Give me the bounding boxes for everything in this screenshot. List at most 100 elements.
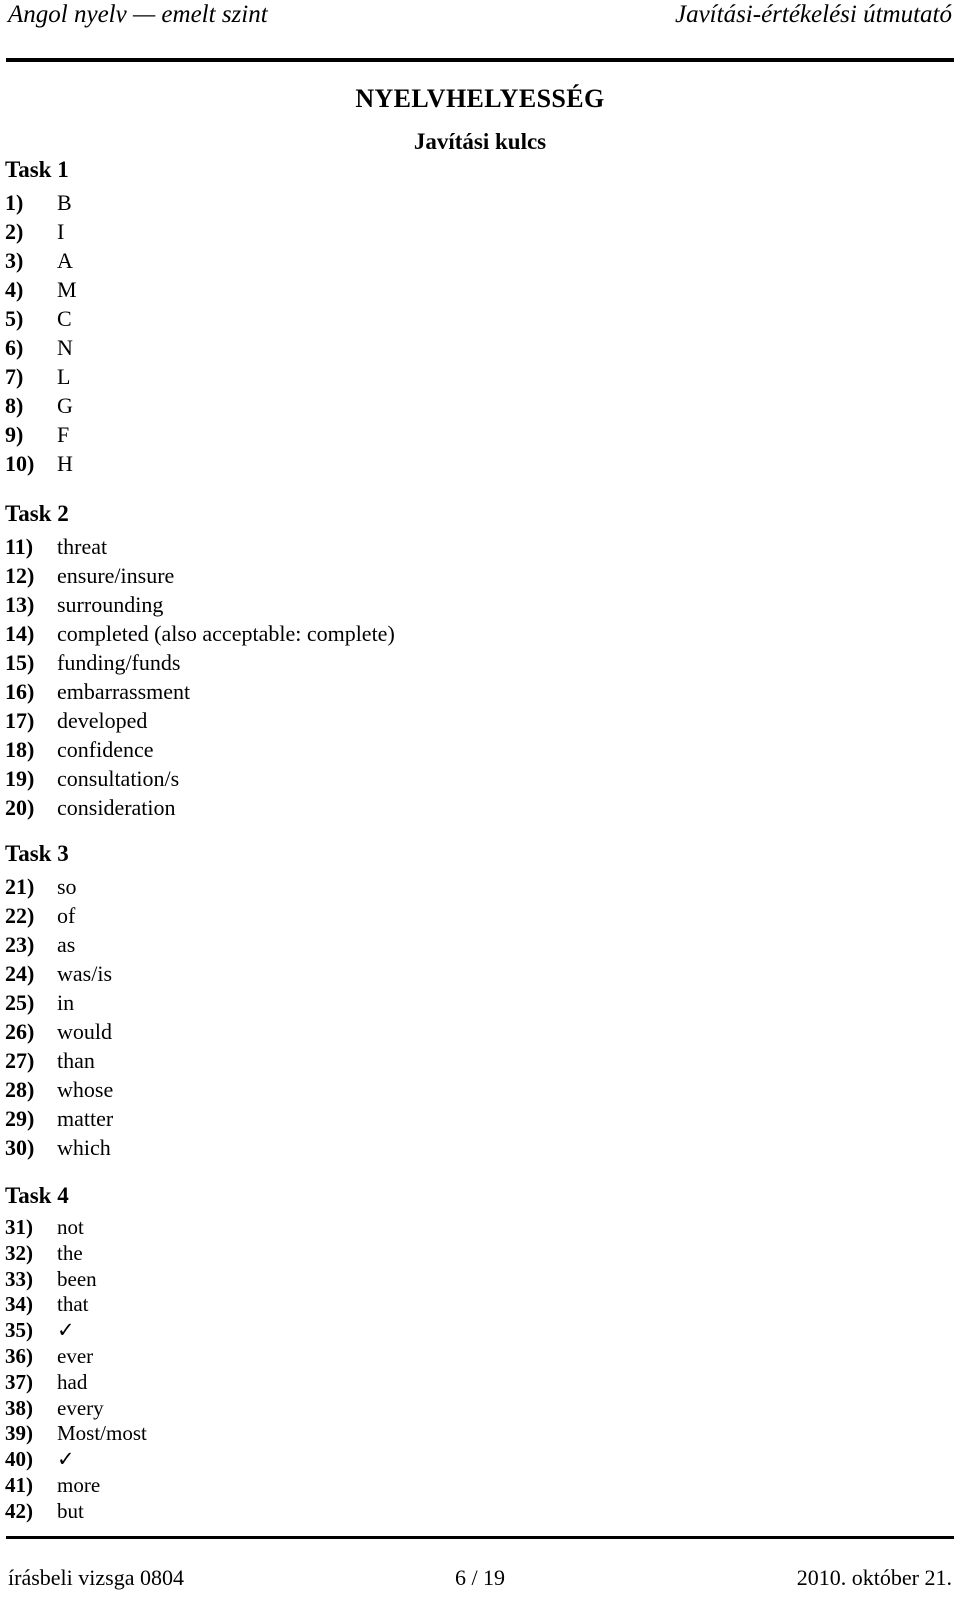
answer-number: 36) <box>5 1343 33 1368</box>
answer-number: 37) <box>5 1369 33 1394</box>
answer-row: 10) H <box>5 449 705 478</box>
answer-number: 4) <box>5 277 24 302</box>
answer-row: 40) ✓ <box>5 1447 705 1473</box>
checkmark-icon: ✓ <box>57 1447 75 1472</box>
answer-number: 40) <box>5 1447 33 1472</box>
answer-value: that <box>57 1292 89 1317</box>
answer-value: but <box>57 1498 84 1523</box>
answer-row: 13) surrounding <box>5 590 705 619</box>
answer-number: 24) <box>5 961 35 986</box>
answer-row: 16) embarrassment <box>5 677 705 706</box>
answer-row: 23) as <box>5 930 705 959</box>
answer-row: 33) been <box>5 1267 705 1293</box>
answer-number: 5) <box>5 306 24 331</box>
answer-row: 7) L <box>5 362 705 391</box>
checkmark-icon: ✓ <box>57 1318 75 1343</box>
answer-row: 14) completed (also acceptable: complete) <box>5 619 705 648</box>
answer-value: of <box>57 903 76 928</box>
answer-value: matter <box>57 1106 114 1131</box>
answer-number: 21) <box>5 874 35 899</box>
answer-number: 33) <box>5 1266 33 1291</box>
answer-number: 29) <box>5 1106 35 1131</box>
answer-number: 14) <box>5 621 35 646</box>
answer-number: 13) <box>5 592 35 617</box>
answer-row: 29) matter <box>5 1104 705 1133</box>
answer-row: 37) had <box>5 1370 705 1396</box>
answer-row: 12) ensure/insure <box>5 561 705 590</box>
answer-value: B <box>57 190 72 215</box>
header-subject-title: Angol nyelv — emelt szint <box>8 1 268 28</box>
answer-number: 6) <box>5 335 24 360</box>
answer-value: had <box>57 1369 88 1394</box>
answer-value: Most/most <box>57 1421 147 1446</box>
answer-value: than <box>57 1048 95 1073</box>
answer-number: 34) <box>5 1292 33 1317</box>
answer-row: 22) of <box>5 901 705 930</box>
answer-value: ensure/insure <box>57 563 175 588</box>
answer-value: M <box>57 277 77 302</box>
answer-value: funding/funds <box>57 650 181 675</box>
answer-number: 25) <box>5 990 35 1015</box>
answer-number: 23) <box>5 932 35 957</box>
task-block-4: Task 4 31) not 32) the 33) been 34) that 35)… <box>5 1182 705 1525</box>
answer-row: 8) G <box>5 391 705 420</box>
answer-number: 27) <box>5 1048 35 1073</box>
answer-row: 18) confidence <box>5 735 705 764</box>
answer-row: 30) which <box>5 1133 705 1162</box>
answer-number: 2) <box>5 219 24 244</box>
answer-value: confidence <box>57 737 154 762</box>
answer-value: consideration <box>57 795 176 820</box>
answer-row: 9) F <box>5 420 705 449</box>
answer-row: 4) M <box>5 275 705 304</box>
task-heading-3: Task 3 <box>5 841 69 866</box>
answer-number: 20) <box>5 795 35 820</box>
answer-number: 7) <box>5 364 24 389</box>
answer-value: more <box>57 1472 101 1497</box>
answer-row: 21) so <box>5 872 705 901</box>
answer-value: consultation/s <box>57 766 180 791</box>
answer-number: 8) <box>5 393 24 418</box>
page-footer: írásbeli vizsga 0804 2010. október 21. <box>0 1564 960 1592</box>
footer-divider-rule <box>6 1536 954 1539</box>
answer-value: as <box>57 932 76 957</box>
answer-value: been <box>57 1266 97 1291</box>
answer-number: 42) <box>5 1498 33 1523</box>
answer-value: C <box>57 306 72 331</box>
answer-key-body: Task 1 1) B 2) I 3) A 4) M 5) C 6) N 7) L 8) G 9… <box>5 156 705 1525</box>
answer-value: developed <box>57 708 148 733</box>
answer-row: 39) Most/most <box>5 1421 705 1447</box>
answer-row: 11) threat <box>5 532 705 561</box>
answer-number: 35) <box>5 1318 33 1343</box>
answer-row: 17) developed <box>5 706 705 735</box>
answer-value: which <box>57 1135 111 1160</box>
answer-row: 34) that <box>5 1292 705 1318</box>
answer-row: 5) C <box>5 304 705 333</box>
task-heading-2: Task 2 <box>5 501 69 526</box>
answer-number: 10) <box>5 451 35 476</box>
answer-number: 31) <box>5 1215 33 1239</box>
answer-row: 42) but <box>5 1499 705 1525</box>
answer-number: 15) <box>5 650 35 675</box>
answer-row: 20) consideration <box>5 793 705 822</box>
answer-value: threat <box>57 534 108 559</box>
answer-number: 16) <box>5 679 35 704</box>
answer-value: completed (also acceptable: complete) <box>57 621 395 646</box>
answer-number: 1) <box>5 190 24 215</box>
answer-number: 11) <box>5 534 34 559</box>
header-document-type: Javítási-értékelési útmutató <box>674 1 952 28</box>
task-block-2: Task 2 11) threat 12) ensure/insure 13) sur… <box>5 500 705 822</box>
answer-number: 3) <box>5 248 24 273</box>
page-header: Angol nyelv — emelt szint Javítási-érték… <box>0 0 960 36</box>
page-subtitle: Javítási kulcs <box>413 129 547 154</box>
answer-value: whose <box>57 1077 114 1102</box>
answer-value: every <box>57 1395 104 1420</box>
task-block-3: Task 3 21) so 22) of 23) as 24) was/is 25) in… <box>5 840 705 1162</box>
header-divider-rule <box>6 58 954 62</box>
answer-row: 27) than <box>5 1046 705 1075</box>
answer-value: G <box>57 393 73 418</box>
answer-row: 31) not <box>5 1215 705 1241</box>
page-title: NYELVHELYESSÉG <box>355 84 605 113</box>
answer-row: 2) I <box>5 217 705 246</box>
answer-number: 32) <box>5 1240 33 1265</box>
answer-row: 25) in <box>5 988 705 1017</box>
